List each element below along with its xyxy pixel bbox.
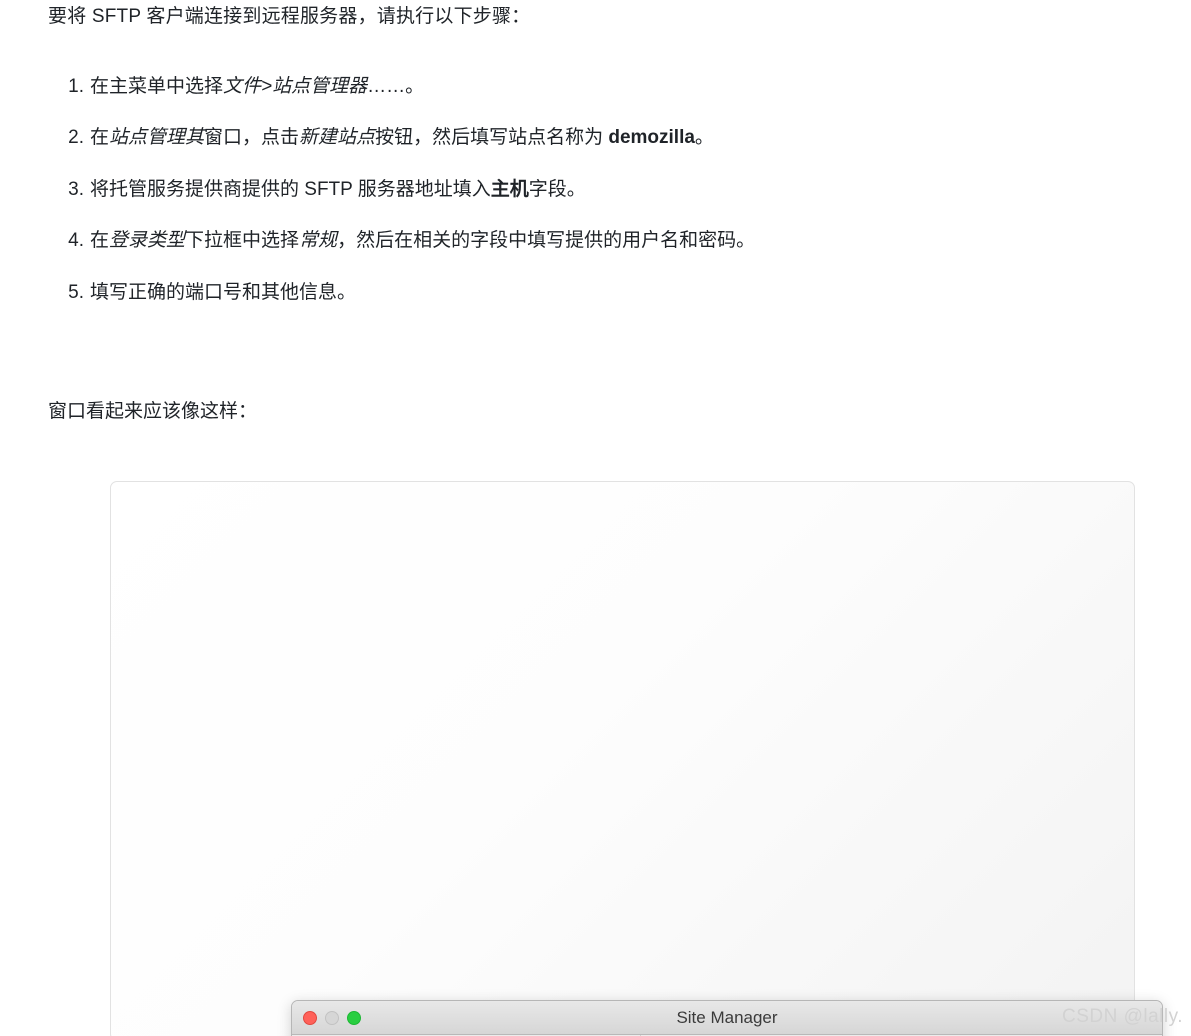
step-item: 3. 将托管服务提供商提供的 SFTP 服务器地址填入主机字段。 — [68, 175, 1048, 204]
window-title: Site Manager — [676, 1008, 778, 1027]
step-text-run: 填写正确的端口号和其他信息。 — [90, 281, 357, 303]
step-text-run: 新建站点 — [299, 127, 376, 149]
step-text-run: 在 — [90, 127, 110, 149]
page-root: 要将 SFTP 客户端连接到远程服务器，请执行以下步骤： 1. 在主菜单中选择文件… — [0, 0, 1191, 1036]
step-text-run: ……。 — [367, 76, 425, 97]
step-text-run: 文件>站点管理器 — [223, 76, 368, 97]
outro-paragraph: 窗口看起来应该像这样： — [48, 401, 258, 422]
step-text-run: 字段。 — [528, 178, 586, 200]
step-text-run: 站点管理其 — [109, 127, 205, 149]
step-item: 4. 在登录类型下拉框中选择常规，然后在相关的字段中填写提供的用户名和密码。 — [68, 226, 1048, 255]
step-number: 3. — [68, 178, 84, 200]
step-text-run: 窗口，点击 — [204, 127, 300, 149]
step-text-run: 下拉框中选择 — [185, 230, 300, 252]
step-number: 1. — [68, 76, 84, 97]
step-item: 2. 在站点管理其窗口，点击新建站点按钮，然后填写站点名称为 demozilla。 — [68, 123, 1048, 152]
step-text-run: 在 — [90, 230, 110, 252]
step-number: 5. — [68, 281, 84, 303]
step-text-run: demozilla — [608, 127, 695, 149]
step-text-run: 按钮，然后填写站点名称为 — [375, 127, 609, 149]
intro-paragraph: 要将 SFTP 客户端连接到远程服务器，请执行以下步骤： — [48, 6, 531, 27]
step-number: 2. — [68, 127, 84, 149]
step-number: 4. — [68, 230, 84, 252]
steps-list: 1. 在主菜单中选择文件>站点管理器……。 2. 在站点管理其窗口，点击新建站点按钮，… — [48, 72, 1048, 329]
step-text-run: 在主菜单中选择 — [90, 76, 224, 97]
window-titlebar[interactable]: Site Manager — [292, 1001, 1162, 1035]
screenshot-card: Site Manager Select Entry: My Sites — [110, 481, 1163, 1036]
step-item: 5. 填写正确的端口号和其他信息。 — [68, 278, 1048, 307]
step-text-run: 。 — [694, 127, 714, 149]
step-text-run: 常规 — [299, 230, 338, 252]
step-item: 1. 在主菜单中选择文件>站点管理器……。 — [68, 72, 1048, 101]
step-text-run: 主机 — [490, 178, 529, 200]
site-manager-window: Site Manager Select Entry: My Sites — [291, 1000, 1163, 1036]
step-text-run: 登录类型 — [109, 230, 186, 252]
step-text-run: 将托管服务提供商提供的 SFTP 服务器地址填入 — [90, 178, 491, 200]
step-text-run: ，然后在相关的字段中填写提供的用户名和密码。 — [337, 230, 756, 252]
